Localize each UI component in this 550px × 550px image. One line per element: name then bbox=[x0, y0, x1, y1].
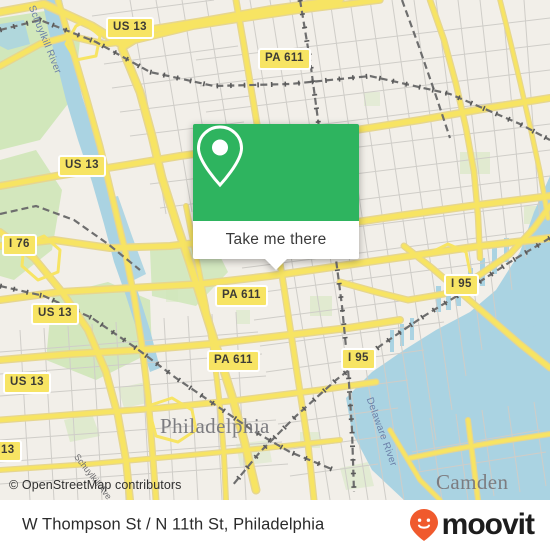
road-shield-us13-north: US 13 bbox=[106, 17, 154, 39]
take-me-there-button[interactable]: Take me there bbox=[193, 221, 359, 259]
map-pin-icon bbox=[196, 125, 244, 188]
road-shield-pa611-south: PA 611 bbox=[207, 350, 260, 372]
popup-header bbox=[193, 124, 359, 221]
road-shield-pa611-center: PA 611 bbox=[215, 285, 268, 307]
road-shield-13-edge: 13 bbox=[0, 440, 22, 462]
road-shield-i76: I 76 bbox=[2, 234, 37, 256]
take-me-there-label: Take me there bbox=[225, 231, 327, 248]
moovit-wordmark: moovit bbox=[441, 508, 535, 541]
map-attribution[interactable]: © OpenStreetMap contributors bbox=[9, 478, 182, 492]
footer-bar: W Thompson St / N 11th St, Philadelphia … bbox=[0, 500, 550, 550]
road-shield-us13-west: US 13 bbox=[58, 155, 106, 177]
road-shield-us13-southwest: US 13 bbox=[31, 303, 79, 325]
location-popup-card[interactable]: Take me there bbox=[193, 124, 359, 270]
map-canvas[interactable]: Schuylkill River Delaware River Schuylki… bbox=[0, 0, 550, 500]
road-shield-i95-northeast: I 95 bbox=[444, 274, 479, 296]
popup-pointer-tail bbox=[265, 259, 287, 270]
place-label-philadelphia: Philadelphia bbox=[160, 414, 270, 438]
location-title: W Thompson St / N 11th St, Philadelphia bbox=[22, 515, 325, 534]
place-label-camden: Camden bbox=[436, 470, 509, 494]
road-shield-i95-south: I 95 bbox=[341, 348, 376, 370]
moovit-logo[interactable]: moovit bbox=[409, 508, 535, 542]
moovit-smiley-pin-icon bbox=[409, 509, 438, 541]
road-shield-us13-south: US 13 bbox=[3, 372, 51, 394]
moovit-map-screen: Schuylkill River Delaware River Schuylki… bbox=[0, 0, 550, 550]
road-shield-pa611-north: PA 611 bbox=[258, 48, 311, 70]
